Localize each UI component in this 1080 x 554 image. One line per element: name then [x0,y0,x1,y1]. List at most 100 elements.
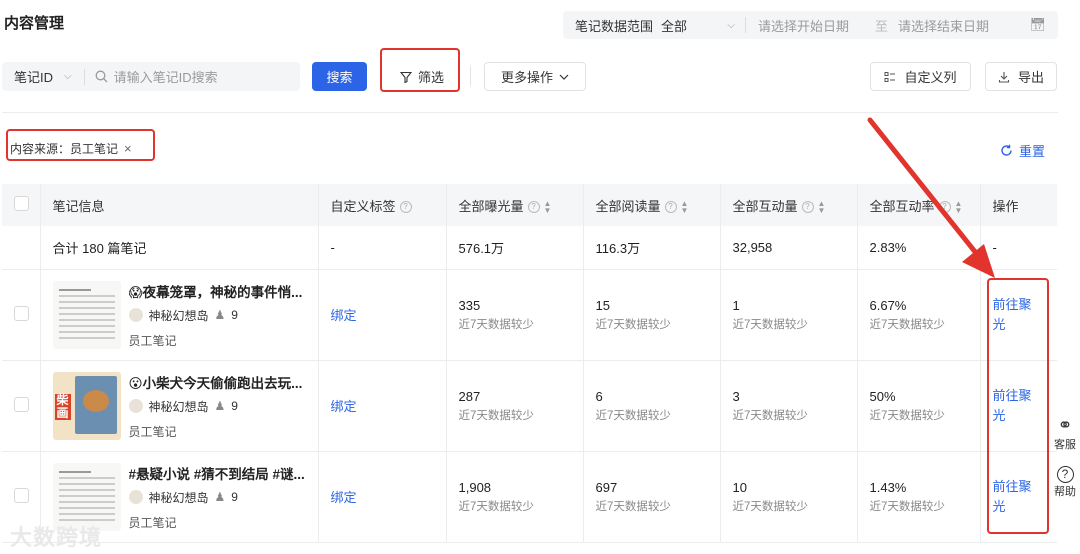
row-checkbox[interactable] [14,487,29,503]
author-count: 9 [231,399,238,413]
search-bar: 笔记ID ⌵ 请输入笔记ID搜索 [2,62,300,91]
summary-row: 合计 180 篇笔记 - 576.1万 116.3万 32,958 2.83% … [2,226,1057,270]
col-header-note: 笔记信息 [40,184,319,226]
headset-icon: ⚭︎ [1057,415,1073,435]
rate-cell: 6.67% 近7天数据较少 [857,269,981,361]
op-column-highlight [987,278,1049,534]
help-button[interactable]: ? 帮助 [1054,466,1076,499]
note-title[interactable]: 😱夜幕笼罩，神秘的事件悄... [129,281,305,301]
search-button[interactable]: 搜索 [312,62,367,91]
bind-tag-link[interactable]: 绑定 [331,308,357,323]
note-title[interactable]: 😮小柴犬今天偷偷跑出去玩... [129,372,305,392]
reset-button[interactable]: 重置 [1000,141,1045,160]
page-title: 内容管理 [4,15,65,32]
search-input[interactable]: 请输入笔记ID搜索 [114,67,218,86]
col-header-interactions[interactable]: 全部互动量? ▲ ▼ [720,184,858,226]
recent-note: 近7天数据较少 [869,500,945,513]
divider [83,68,85,85]
author-count: 9 [231,308,238,322]
customer-service-button[interactable]: ⚭︎ 客服 [1054,415,1076,452]
user-icon: ♟︎ [214,308,226,322]
search-field-select[interactable]: 笔记ID [2,67,64,86]
help-icon[interactable]: ? [938,201,951,214]
search-icon [95,70,108,83]
recent-note: 近7天数据较少 [732,500,808,513]
help-label: 帮助 [1054,486,1076,498]
recent-note: 近7天数据较少 [732,409,808,422]
columns-icon [884,71,896,82]
help-icon[interactable]: ? [399,201,412,214]
note-source: 员工笔记 [128,515,177,530]
recent-note: 近7天数据较少 [595,409,671,422]
author-name: 神秘幻想岛 [148,308,209,323]
author-count: 9 [231,490,238,504]
interactions-cell: 10 近7天数据较少 [720,451,858,543]
note-thumbnail[interactable]: 柴画 [52,371,121,440]
help-icon[interactable]: ? [527,201,540,214]
sort-icon[interactable]: ▲ ▼ [818,200,826,215]
reads-cell: 15 近7天数据较少 [583,269,721,361]
recent-note: 近7天数据较少 [869,318,945,331]
user-icon: ♟︎ [214,399,226,413]
recent-note: 近7天数据较少 [595,500,671,513]
recent-note: 近7天数据较少 [458,500,534,513]
more-actions-button[interactable]: 更多操作 [484,62,586,91]
help-icon[interactable]: ? [801,201,814,214]
bind-tag-link[interactable]: 绑定 [331,490,357,505]
header-label: 操作 [992,198,1019,214]
avatar [128,308,143,322]
note-source: 员工笔记 [128,424,177,439]
note-author: 神秘幻想岛 ♟︎ 9 [128,398,305,415]
select-all-cell [2,184,41,226]
customer-service-label: 客服 [1054,439,1076,451]
tag-cell: 绑定 [318,269,447,361]
data-range-label: 笔记数据范围 [575,18,654,34]
sort-icon[interactable]: ▲ ▼ [544,200,552,215]
data-range-select[interactable]: 笔记数据范围 全部 ⌵ [563,16,745,35]
exposure-cell: 335 近7天数据较少 [446,269,584,361]
exposure-cell: 1,908 近7天数据较少 [446,451,584,543]
header-label: 全部阅读量 [595,198,661,214]
reads-cell: 697 近7天数据较少 [583,451,721,543]
custom-columns-button[interactable]: 自定义列 [870,62,971,91]
date-range-filter: 笔记数据范围 全部 ⌵ 请选择开始日期 至 请选择结束日期 📅︎ [563,11,1058,39]
col-header-ops: 操作 [980,184,1057,226]
note-info-cell: 柴画 😮小柴犬今天偷偷跑出去玩... 神秘幻想岛 ♟︎ 9 员工笔记 [40,360,319,452]
col-header-reads[interactable]: 全部阅读量? ▲ ▼ [583,184,721,226]
col-header-exposure[interactable]: 全部曝光量? ▲ ▼ [446,184,584,226]
chevron-down-icon[interactable]: ⌵ [64,71,72,82]
table-row: 柴画 😮小柴犬今天偷偷跑出去玩... 神秘幻想岛 ♟︎ 9 员工笔记 绑定 287 近… [2,360,1057,452]
select-all-checkbox[interactable] [14,196,29,211]
rate-value: 6.67% [869,297,907,313]
summary-cell [2,226,41,270]
interactions-value: 3 [732,388,740,404]
more-actions-label: 更多操作 [500,70,553,85]
note-title[interactable]: #悬疑小说 #猜不到结局 #谜... [129,463,305,483]
recent-note: 近7天数据较少 [458,409,534,422]
bind-tag-link[interactable]: 绑定 [331,399,357,414]
table-row: 😱夜幕笼罩，神秘的事件悄... 神秘幻想岛 ♟︎ 9 员工笔记 绑定 335 近7天数… [2,269,1057,361]
col-header-rate[interactable]: 全部互动率? ▲ ▼ [857,184,981,226]
start-date-input[interactable]: 请选择开始日期 [746,16,849,35]
note-thumbnail[interactable] [52,280,121,349]
tag-cell: 绑定 [318,451,447,543]
rate-value: 50% [869,388,896,404]
sort-icon[interactable]: ▲ ▼ [955,200,963,215]
note-info-cell: 😱夜幕笼罩，神秘的事件悄... 神秘幻想岛 ♟︎ 9 员工笔记 [40,269,319,361]
summary-reads: 116.3万 [583,226,721,270]
sort-icon[interactable]: ▲ ▼ [681,200,689,215]
help-icon[interactable]: ? [664,201,677,214]
reads-value: 697 [595,479,618,495]
reads-value: 6 [595,388,603,404]
row-checkbox[interactable] [14,305,29,321]
col-header-tag: 自定义标签? [318,184,447,226]
reads-value: 15 [595,297,610,313]
refresh-icon [1001,144,1012,156]
end-date-input[interactable]: 请选择结束日期 [898,16,989,35]
calendar-icon[interactable]: 📅︎ [1029,17,1046,33]
row-checkbox[interactable] [14,396,29,412]
filter-tag-highlight [6,129,155,161]
export-button[interactable]: 导出 [985,62,1057,91]
author-name: 神秘幻想岛 [148,490,209,505]
exposure-value: 287 [458,388,481,404]
